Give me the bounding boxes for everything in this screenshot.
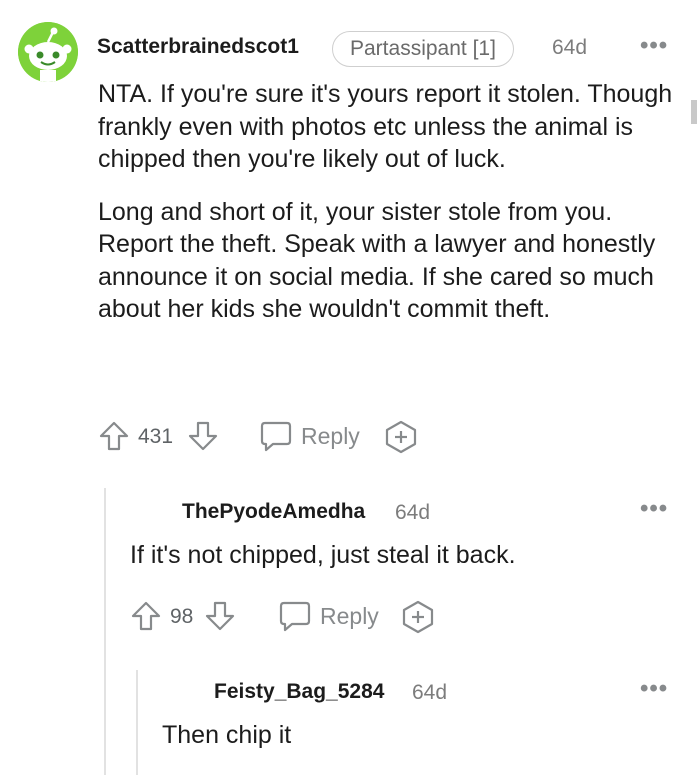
reply-label: Reply — [320, 602, 379, 629]
arrow-down-icon — [205, 601, 235, 631]
thread-line[interactable] — [136, 670, 138, 775]
comment-age: 64d — [552, 36, 588, 59]
reply-label: Reply — [301, 422, 360, 449]
more-options-button[interactable]: ••• — [640, 677, 668, 701]
scrollbar-thumb[interactable] — [691, 100, 697, 124]
reply-button[interactable]: Reply — [259, 420, 360, 452]
comment-paragraph: Long and short of it, your sister stole … — [98, 197, 656, 324]
comment-body: NTA. If you're sure it's yours report it… — [98, 78, 688, 326]
arrow-down-icon — [188, 421, 218, 451]
speech-bubble-icon — [279, 601, 311, 632]
speech-bubble-icon — [260, 421, 292, 452]
comment-age: 64d — [412, 681, 448, 704]
snoo-avatar-icon — [18, 22, 78, 82]
user-avatar[interactable] — [18, 22, 78, 82]
award-plus-icon — [402, 600, 434, 634]
downvote-button[interactable] — [204, 600, 236, 632]
thread-line[interactable] — [104, 488, 106, 775]
arrow-up-icon — [99, 421, 129, 451]
comment-author[interactable]: Feisty_Bag_5284 — [214, 680, 384, 704]
vote-count: 431 — [138, 425, 174, 448]
upvote-button[interactable] — [98, 420, 130, 452]
award-button[interactable] — [401, 600, 435, 634]
comment-author[interactable]: Scatterbrainedscot1 — [97, 35, 299, 59]
downvote-button[interactable] — [187, 420, 219, 452]
comment-age: 64d — [395, 501, 431, 524]
more-options-button[interactable]: ••• — [640, 497, 668, 521]
arrow-up-icon — [131, 601, 161, 631]
award-plus-icon — [385, 420, 417, 454]
comment-author[interactable]: ThePyodeAmedha — [182, 500, 365, 524]
reply-button[interactable]: Reply — [278, 600, 379, 632]
upvote-button[interactable] — [130, 600, 162, 632]
vote-count: 98 — [170, 605, 194, 628]
more-options-button[interactable]: ••• — [640, 34, 668, 58]
comment-body: If it's not chipped, just steal it back. — [130, 541, 516, 569]
award-button[interactable] — [384, 420, 418, 454]
comment-body: Then chip it — [162, 721, 292, 749]
user-flair: Partassipant [1] — [332, 31, 514, 67]
comment-paragraph: NTA. If you're sure it's yours report it… — [98, 80, 673, 173]
